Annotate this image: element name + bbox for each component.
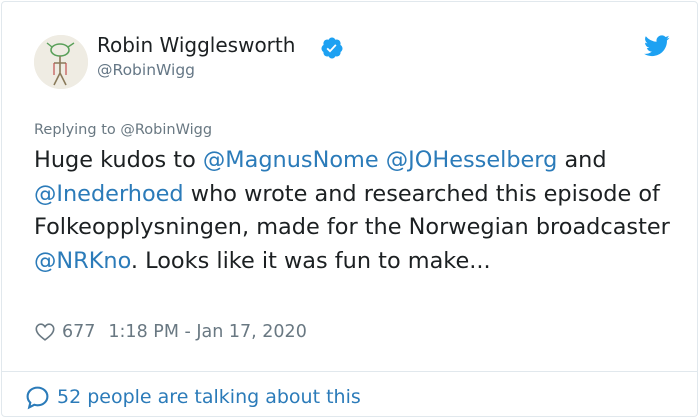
tweet-text: Huge kudos to @MagnusNome @JOHesselberg … <box>34 144 674 278</box>
talking-label: 52 people are talking about this <box>57 386 361 408</box>
speech-bubble-icon <box>26 386 49 409</box>
twitter-bird-icon[interactable] <box>644 35 670 57</box>
mention-link[interactable]: @NRKno <box>34 248 131 274</box>
author-name[interactable]: Robin Wigglesworth <box>97 33 295 57</box>
mention-link[interactable]: @MagnusNome <box>203 147 379 173</box>
avatar-image <box>34 35 88 89</box>
replying-to-label[interactable]: Replying to @RobinWigg <box>34 122 212 138</box>
heart-outline-icon[interactable] <box>34 321 56 343</box>
tweet-text-segment: . Looks like it was fun to make... <box>130 247 491 274</box>
verified-badge-icon <box>321 37 343 59</box>
tweet-text-segment: Huge kudos to <box>34 147 203 173</box>
tweet-card: Robin Wigglesworth @RobinWigg Replying t… <box>1 1 698 417</box>
conversation-link[interactable]: 52 people are talking about this <box>25 383 361 411</box>
divider <box>2 371 697 372</box>
tweet-timestamp[interactable]: 1:18 PM - Jan 17, 2020 <box>108 322 306 342</box>
author-handle[interactable]: @RobinWigg <box>97 61 195 79</box>
like-count: 677 <box>62 322 96 342</box>
mention-link[interactable]: @JOHesselberg <box>386 147 558 173</box>
tweet-meta: 677 1:18 PM - Jan 17, 2020 <box>34 320 307 344</box>
mention-link[interactable]: @Inederhoed <box>34 181 184 207</box>
tweet-text-segment: and <box>557 147 607 173</box>
avatar[interactable] <box>34 35 88 89</box>
tweet-text-segment <box>379 147 386 173</box>
